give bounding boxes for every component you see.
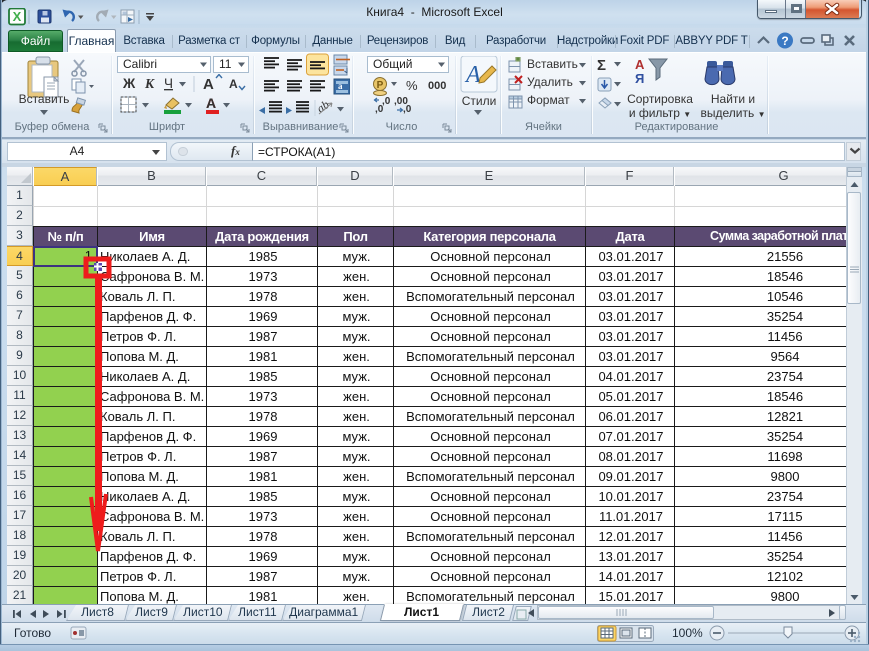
svg-text:А: А — [203, 76, 214, 93]
svg-text:Ж: Ж — [122, 76, 136, 91]
svg-text:X: X — [13, 9, 22, 24]
svg-text:А: А — [635, 57, 645, 72]
svg-text:%: % — [406, 78, 418, 93]
svg-text:Р: Р — [377, 80, 384, 91]
svg-text:Ч: Ч — [164, 76, 173, 91]
svg-text:А: А — [206, 95, 216, 111]
svg-text:A: A — [464, 62, 481, 88]
svg-text:Я: Я — [635, 71, 644, 86]
svg-text:Σ: Σ — [597, 57, 606, 74]
svg-text:А: А — [229, 77, 238, 91]
svg-text:,0: ,0 — [382, 96, 391, 107]
svg-text:,0: ,0 — [403, 104, 412, 115]
svg-text:ab: ab — [314, 97, 332, 115]
svg-text:a: a — [338, 81, 343, 91]
svg-text:?: ? — [781, 34, 788, 48]
svg-text:К: К — [144, 76, 155, 91]
svg-text:000: 000 — [428, 80, 446, 92]
